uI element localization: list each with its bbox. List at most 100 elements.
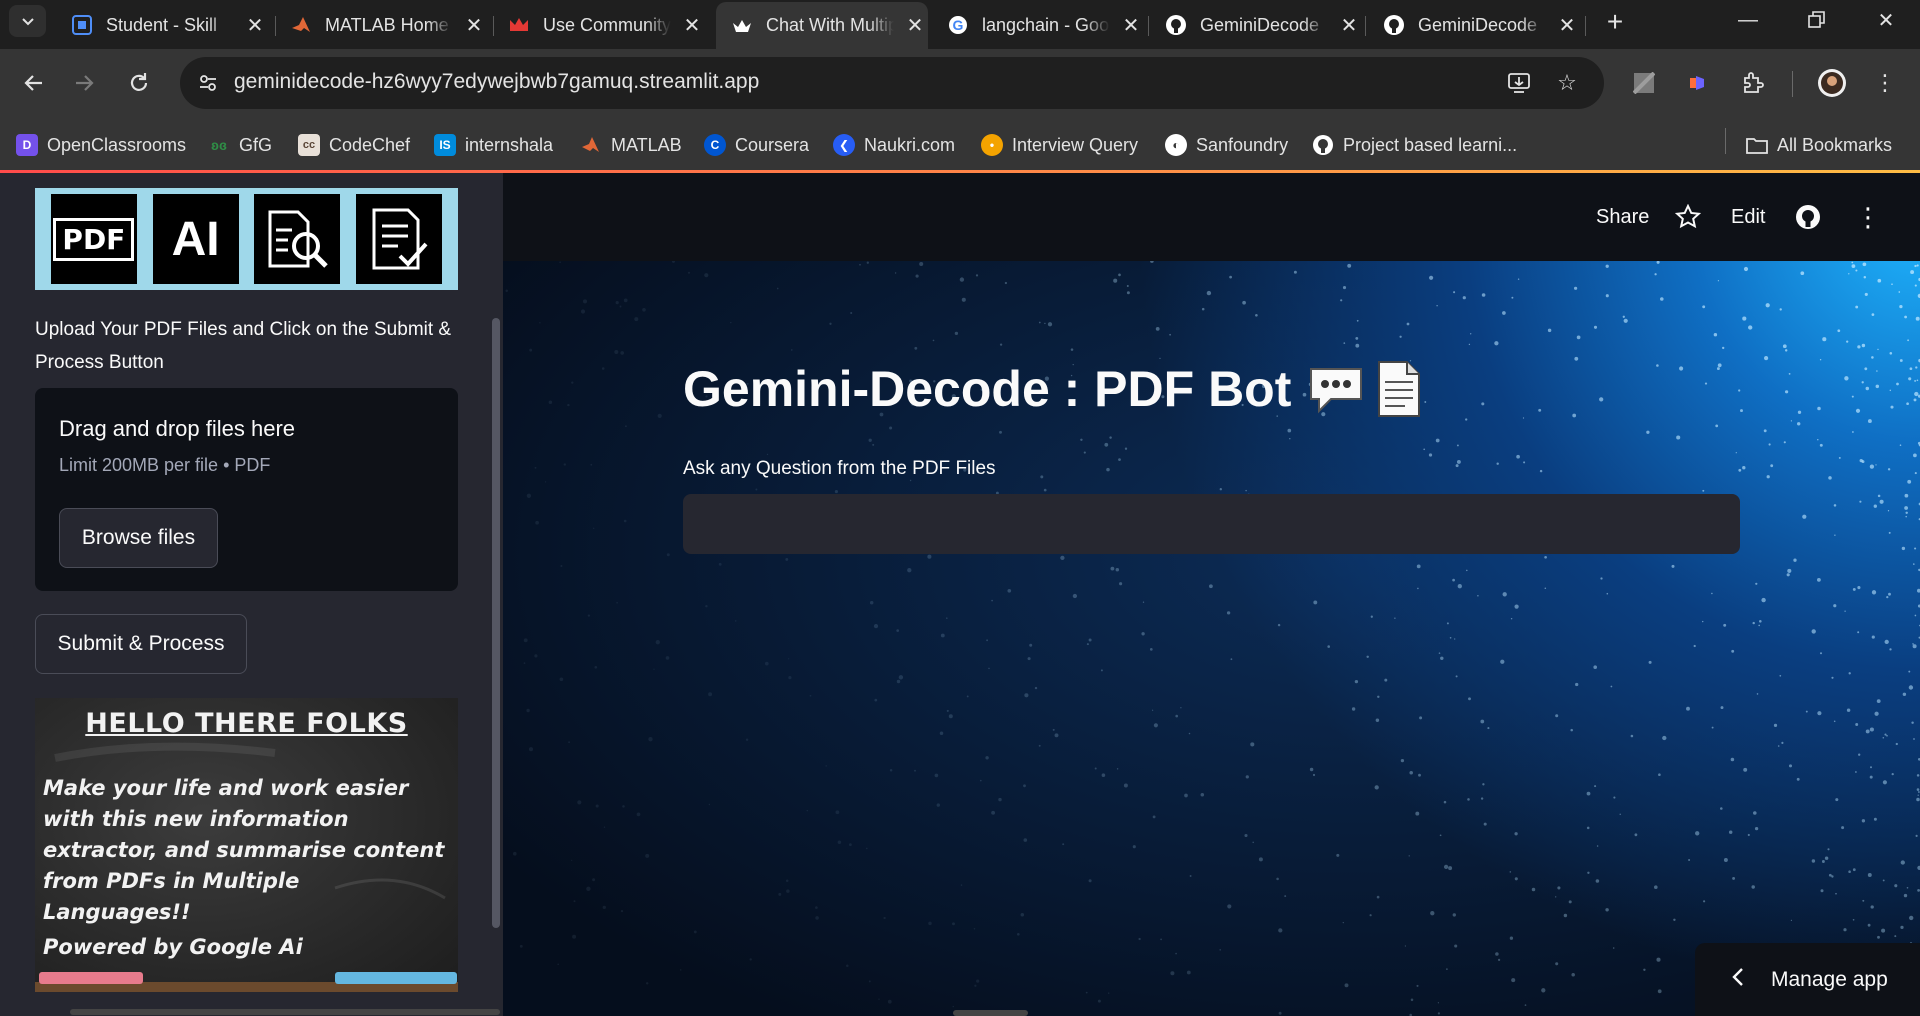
address-bar[interactable]: geminidecode-hz6wyy7edywejbwb7gamuq.stre… bbox=[180, 57, 1604, 109]
star-dot bbox=[791, 349, 793, 351]
star-dot bbox=[1468, 343, 1471, 346]
star-dot bbox=[1400, 758, 1405, 763]
bookmark-item[interactable]: IS internshala bbox=[434, 129, 553, 161]
install-app-icon[interactable] bbox=[1505, 69, 1533, 97]
site-info-icon[interactable] bbox=[192, 67, 224, 99]
star-dot bbox=[874, 698, 878, 702]
streamlit-icon bbox=[730, 14, 754, 38]
star-dot bbox=[850, 311, 853, 315]
star-dot bbox=[1029, 643, 1033, 647]
all-bookmarks-button[interactable]: All Bookmarks bbox=[1746, 129, 1892, 161]
bookmark-item[interactable]: ❮ Naukri.com bbox=[833, 129, 955, 161]
star-dot bbox=[642, 307, 646, 312]
bookmark-item[interactable]: MATLAB bbox=[580, 129, 682, 161]
browser-tab[interactable]: MATLAB Home ✕ bbox=[275, 4, 485, 46]
bookmark-item[interactable]: cc CodeChef bbox=[298, 129, 410, 161]
star-dot bbox=[1287, 428, 1292, 433]
browser-tab[interactable]: GeminiDecode ✕ bbox=[1368, 4, 1578, 46]
main-horizontal-scrollbar[interactable] bbox=[953, 1010, 1028, 1016]
bookmark-item[interactable]: ◐ Sanfoundry bbox=[1165, 129, 1288, 161]
browser-tab[interactable]: Student - Skill ✕ bbox=[56, 4, 266, 46]
browser-tab-active[interactable]: Chat With Multiple ✕ bbox=[716, 2, 928, 49]
browse-files-button[interactable]: Browse files bbox=[59, 508, 218, 568]
sidebar-scrollbar[interactable] bbox=[492, 318, 500, 928]
star-dot bbox=[1399, 335, 1402, 338]
file-dropzone[interactable]: Drag and drop files here Limit 200MB per… bbox=[35, 388, 458, 591]
reload-icon[interactable] bbox=[119, 63, 159, 103]
manage-app-button[interactable]: Manage app bbox=[1695, 943, 1920, 1016]
profile-avatar[interactable] bbox=[1815, 66, 1849, 100]
star-dot bbox=[1817, 406, 1821, 411]
bookmark-label: Naukri.com bbox=[864, 134, 956, 155]
github-icon[interactable] bbox=[1795, 200, 1821, 234]
star-dot bbox=[657, 413, 662, 418]
url-text[interactable]: geminidecode-hz6wyy7edywejbwb7gamuq.stre… bbox=[234, 70, 759, 94]
star-dot bbox=[1547, 328, 1552, 333]
close-icon[interactable]: ✕ bbox=[463, 13, 485, 38]
bookmark-item[interactable]: • Interview Query bbox=[981, 129, 1138, 161]
star-dot bbox=[1244, 833, 1248, 838]
star-dot bbox=[1828, 873, 1832, 877]
star-icon[interactable] bbox=[1675, 200, 1701, 234]
bookmark-item[interactable]: C Coursera bbox=[704, 129, 809, 161]
edit-button[interactable]: Edit bbox=[1731, 200, 1765, 234]
star-dot bbox=[1437, 1002, 1440, 1004]
star-dot bbox=[1394, 617, 1396, 619]
star-dot bbox=[1916, 788, 1920, 791]
star-dot bbox=[1811, 859, 1816, 863]
bookmark-item[interactable]: ʚɞ GfG bbox=[208, 129, 272, 161]
star-dot bbox=[1914, 391, 1919, 397]
window-close-icon[interactable]: ✕ bbox=[1851, 0, 1920, 40]
new-tab-plus-icon[interactable]: + bbox=[1600, 6, 1630, 38]
star-dot bbox=[1857, 345, 1861, 349]
question-input[interactable] bbox=[683, 494, 1740, 554]
close-icon[interactable]: ✕ bbox=[1120, 13, 1142, 38]
share-button[interactable]: Share bbox=[1596, 200, 1649, 234]
bookmark-star-icon[interactable]: ☆ bbox=[1553, 69, 1581, 97]
tab-separator bbox=[1365, 16, 1366, 36]
star-dot bbox=[1007, 588, 1012, 593]
extensions-puzzle-icon[interactable] bbox=[1736, 66, 1770, 100]
minimize-icon[interactable]: — bbox=[1713, 0, 1783, 40]
star-dot bbox=[1855, 723, 1859, 726]
browser-tab[interactable]: GeminiDecode ✕ bbox=[1150, 4, 1360, 46]
back-arrow-icon[interactable] bbox=[13, 63, 53, 103]
app-menu-kebab-icon[interactable]: ⋮ bbox=[1855, 200, 1881, 234]
star-dot bbox=[1884, 639, 1889, 645]
star-dot bbox=[1841, 826, 1845, 830]
star-dot bbox=[1916, 264, 1919, 267]
browser-tab[interactable]: Use Community ✕ bbox=[493, 4, 703, 46]
extension-icon[interactable] bbox=[1627, 66, 1661, 100]
star-dot bbox=[1278, 1011, 1282, 1015]
tab-title: Chat With Multiple bbox=[766, 15, 894, 35]
forward-arrow-icon[interactable] bbox=[65, 63, 105, 103]
close-icon[interactable]: ✕ bbox=[904, 13, 926, 38]
tab-search-button[interactable] bbox=[9, 5, 46, 37]
star-dot bbox=[1230, 658, 1233, 661]
star-dot bbox=[1857, 631, 1860, 634]
extension-icon[interactable] bbox=[1680, 66, 1714, 100]
star-dot bbox=[1541, 988, 1546, 993]
star-dot bbox=[1906, 886, 1909, 889]
submit-process-button[interactable]: Submit & Process bbox=[35, 614, 247, 674]
star-dot bbox=[1293, 270, 1297, 274]
browser-menu-kebab-icon[interactable]: ⋮ bbox=[1868, 66, 1902, 100]
star-dot bbox=[1437, 1012, 1441, 1015]
star-dot bbox=[1905, 515, 1907, 518]
close-icon[interactable]: ✕ bbox=[681, 13, 703, 38]
bookmark-item[interactable]: Project based learni... bbox=[1312, 129, 1517, 161]
star-dot bbox=[1088, 638, 1092, 642]
star-dot bbox=[1062, 843, 1065, 846]
star-dot bbox=[872, 443, 875, 446]
restore-icon[interactable] bbox=[1782, 0, 1852, 40]
star-dot bbox=[1643, 968, 1646, 971]
star-dot bbox=[1502, 592, 1507, 597]
star-dot bbox=[535, 520, 539, 525]
close-icon[interactable]: ✕ bbox=[1338, 13, 1360, 38]
close-icon[interactable]: ✕ bbox=[244, 13, 266, 38]
github-icon bbox=[1164, 13, 1188, 37]
bookmark-item[interactable]: D OpenClassrooms bbox=[16, 129, 186, 161]
close-icon[interactable]: ✕ bbox=[1556, 13, 1578, 38]
sidebar-horizontal-scrollbar[interactable] bbox=[70, 1009, 500, 1015]
browser-tab[interactable]: G langchain - Google ✕ bbox=[932, 4, 1142, 46]
